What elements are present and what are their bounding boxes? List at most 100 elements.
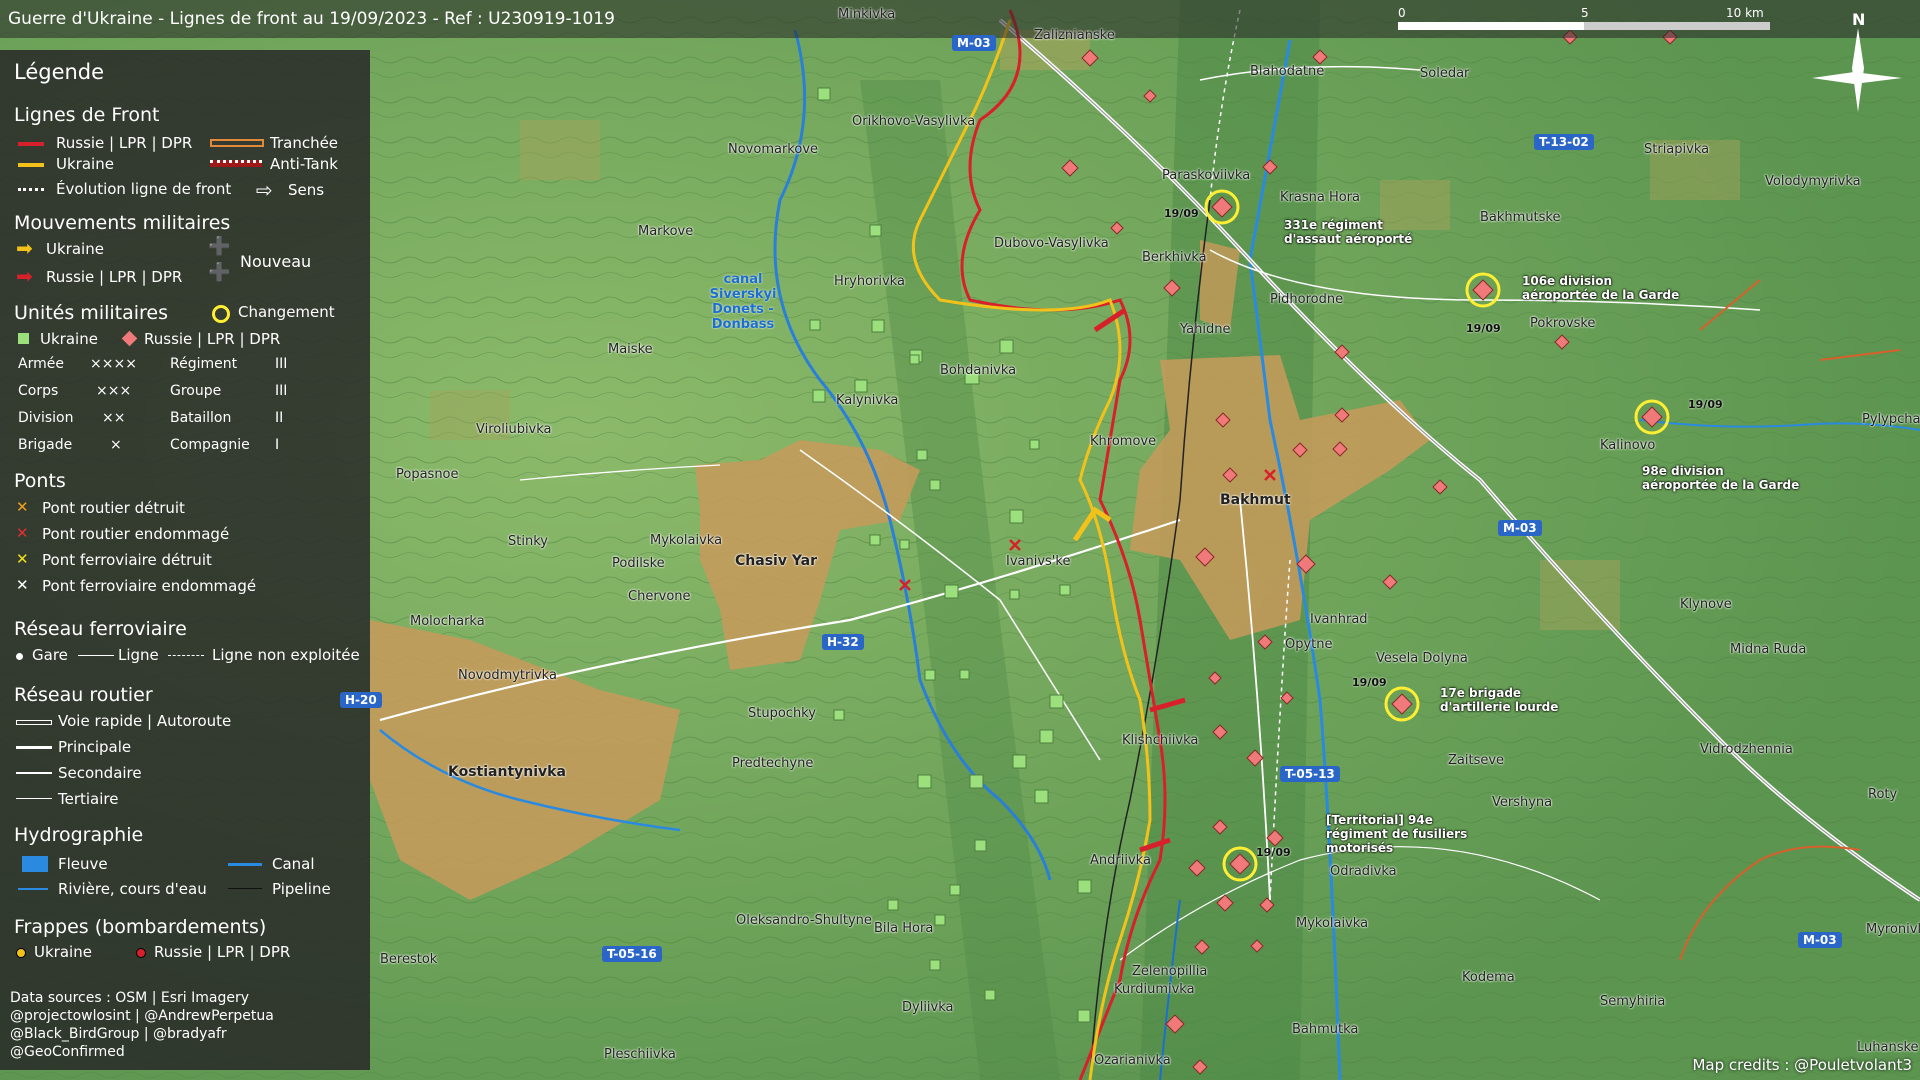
unit-label: 98e division aéroportée de la Garde — [1642, 464, 1800, 492]
place-label: Pleschiivka — [604, 1047, 676, 1062]
place-label: Molocharka — [410, 614, 485, 629]
road-sign: M-03 — [952, 35, 996, 51]
scale-bar: 0 5 10 km — [1398, 6, 1770, 32]
hydro-heading: Hydrographie — [14, 824, 144, 846]
pipeline-swatch — [228, 888, 262, 889]
unit-date: 19/09 — [1256, 846, 1291, 859]
place-label: Stinky — [508, 534, 548, 549]
north-label: N — [1852, 10, 1865, 29]
place-label: Klynove — [1680, 597, 1732, 612]
new-ukraine-arrow-icon: ➕ — [208, 236, 231, 257]
direction-label: Sens — [288, 181, 325, 199]
river-big-label: Fleuve — [58, 855, 108, 873]
place-label: Striapivka — [1644, 142, 1710, 157]
road-label: Secondaire — [58, 764, 142, 782]
place-label: Yahidne — [1180, 322, 1231, 337]
road-bridge-destroyed-icon: ✕ — [16, 498, 29, 516]
place-label: Stupochky — [748, 706, 816, 721]
place-label: Podilske — [612, 556, 665, 571]
roads-heading: Réseau routier — [14, 684, 153, 706]
legend-title: Légende — [14, 60, 105, 84]
move-ukraine-label: Ukraine — [46, 240, 104, 258]
place-label: Pokrovske — [1530, 316, 1596, 331]
unit-row-symbol: II — [275, 410, 284, 426]
place-label: Mykolaivka — [650, 533, 723, 548]
russia-strike-icon — [136, 948, 146, 958]
place-label: Roty — [1868, 787, 1898, 802]
place-label: Chervone — [628, 589, 691, 604]
direction-arrow-icon: ⇨ — [256, 178, 273, 202]
source-line: @GeoConfirmed — [10, 1044, 125, 1060]
pipeline-label: Pipeline — [272, 880, 331, 898]
river-big-swatch — [22, 856, 48, 872]
road-sign: H-32 — [822, 634, 864, 650]
place-label: Markove — [638, 224, 694, 239]
road-swatch — [16, 772, 52, 774]
place-label: Kalynivka — [836, 393, 899, 408]
road-swatch — [16, 720, 52, 725]
place-label: Novodmytrivka — [458, 668, 557, 683]
unit-date: 19/09 — [1688, 398, 1723, 411]
unit-row-symbol: III — [275, 356, 288, 372]
place-label: Khromove — [1090, 434, 1157, 449]
place-label: Ivanivs'ke — [1006, 554, 1071, 569]
unit-row-label: Groupe — [170, 383, 222, 399]
road-sign: T-13-02 — [1534, 134, 1594, 150]
rail-bridge-destroyed-icon: ✕ — [16, 550, 29, 568]
unit-ukraine-label: Ukraine — [40, 330, 98, 348]
station-label: Gare — [32, 646, 68, 664]
ukraine-move-arrow-icon: ➡ — [16, 236, 33, 260]
place-label: Vidrodzhennia — [1700, 742, 1793, 757]
bridge-label: Pont ferroviaire endommagé — [42, 577, 257, 595]
place-label: Ivanhrad — [1310, 612, 1368, 627]
city-label: Bakhmut — [1220, 492, 1291, 508]
road-sign: H-20 — [340, 692, 382, 708]
russia-unit-icon — [121, 330, 138, 347]
station-icon — [16, 653, 23, 660]
place-label: Zaitseve — [1448, 753, 1505, 768]
north-arrow-icon: N — [1802, 8, 1918, 118]
bridge-label: Pont routier endommagé — [42, 525, 230, 543]
place-label: Pylypchatyne — [1862, 412, 1920, 427]
place-label: Zelenopillia — [1132, 964, 1208, 979]
road-sign: M-03 — [1798, 932, 1842, 948]
unit-russia-label: Russie | LPR | DPR — [144, 330, 281, 348]
canal-swatch — [228, 863, 262, 866]
place-label: Blahodatne — [1250, 64, 1325, 79]
map-title: Guerre d'Ukraine - Lignes de front au 19… — [8, 9, 615, 29]
place-label: Maiske — [608, 342, 653, 357]
place-label: Volodymyrivka — [1765, 174, 1861, 189]
river-swatch — [18, 888, 48, 890]
new-label: Nouveau — [240, 252, 312, 271]
river-label: Rivière, cours d'eau — [58, 880, 207, 898]
ukraine-unit-icon — [18, 333, 29, 344]
place-label: Berestok — [380, 952, 438, 967]
front-ukraine-label: Ukraine — [56, 155, 114, 173]
place-label: Paraskoviivka — [1162, 168, 1251, 183]
russia-move-arrow-icon: ➡ — [16, 264, 33, 288]
unit-row-symbol: I — [275, 437, 280, 453]
ukraine-line-swatch — [18, 163, 44, 167]
road-swatch — [16, 798, 52, 799]
road-sign: T-05-16 — [602, 946, 662, 962]
unit-row-label: Armée — [18, 356, 64, 372]
place-label: Myronivka — [1866, 922, 1920, 937]
new-russia-arrow-icon: ➕ — [208, 262, 231, 283]
unit-label: [Territorial] 94e régiment de fusiliers … — [1326, 813, 1468, 855]
place-label: Odradivka — [1330, 864, 1397, 879]
place-label: Vershyna — [1492, 795, 1553, 810]
place-label: Popasnoe — [396, 467, 459, 482]
road-sign: T-05-13 — [1280, 766, 1340, 782]
rail-line-label: Ligne — [118, 646, 159, 664]
move-russia-label: Russie | LPR | DPR — [46, 268, 183, 286]
front-russia-label: Russie | LPR | DPR — [56, 134, 193, 152]
legend-panel: Légende Lignes de Front Russie | LPR | D… — [0, 50, 370, 1070]
unit-row-symbol: ×× — [102, 410, 126, 426]
place-label: Semyhiria — [1600, 994, 1666, 1009]
place-label: Viroliubivka — [476, 422, 552, 437]
unit-row-symbol: × — [110, 437, 122, 453]
road-swatch — [16, 746, 52, 749]
place-label: Bila Hora — [874, 921, 934, 936]
source-line: @Black_BirdGroup | @bradyafr — [10, 1026, 227, 1042]
unit-date: 19/09 — [1352, 676, 1387, 689]
